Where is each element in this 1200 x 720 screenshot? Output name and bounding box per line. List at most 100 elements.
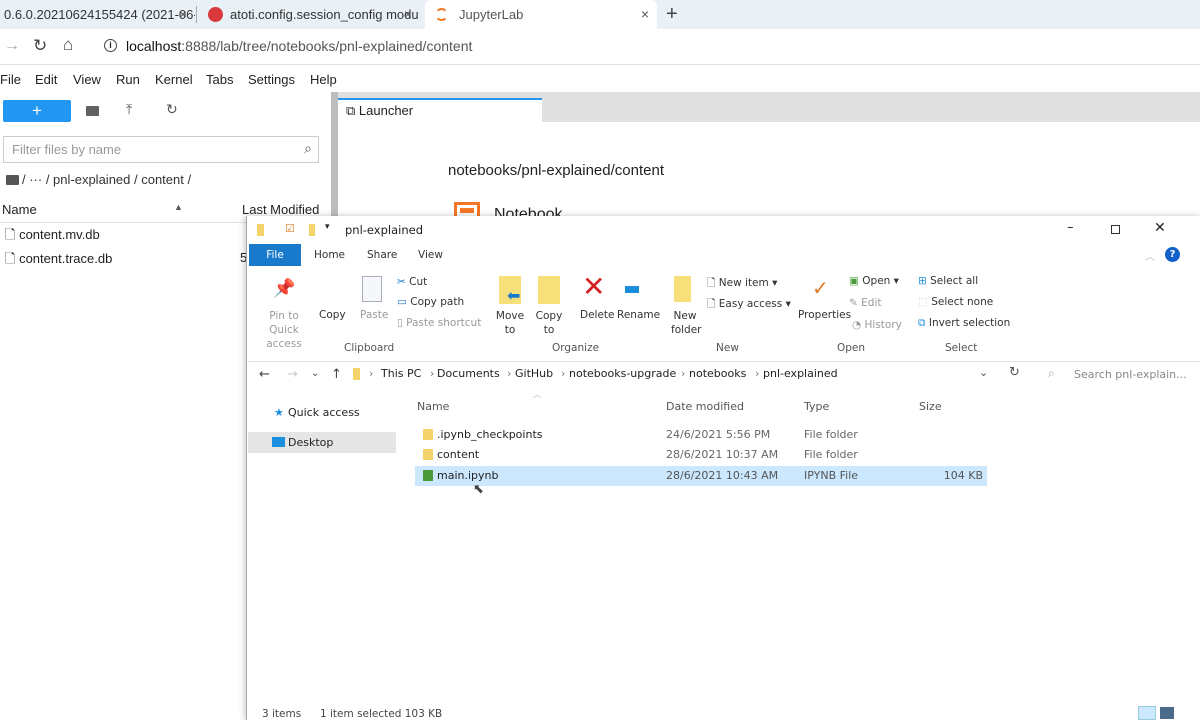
help-icon[interactable]: ? (1165, 247, 1180, 262)
ribbon-tab-file[interactable]: File (249, 244, 301, 266)
home-icon[interactable]: ⌂ (63, 35, 73, 55)
file-row[interactable]: .ipynb_checkpoints 24/6/2021 5:56 PM File … (415, 425, 987, 445)
select-all-button[interactable]: Select all (930, 275, 978, 287)
rename-button[interactable]: Rename (617, 309, 660, 321)
column-name[interactable]: Name (2, 202, 37, 217)
path-segment[interactable]: GitHub (515, 362, 553, 386)
launcher-notebook-label[interactable]: Notebook (494, 206, 563, 216)
nav-desktop[interactable]: Desktop (248, 432, 396, 453)
url-field[interactable]: localhost:8888/lab/tree/notebooks/pnl-ex… (126, 38, 472, 54)
group-label-open: Open (837, 342, 866, 354)
column-size[interactable]: Size (919, 400, 942, 413)
info-icon[interactable]: i (104, 39, 117, 52)
ribbon-tab-share[interactable]: Share (367, 249, 397, 261)
move-to-button[interactable]: Move to (495, 309, 525, 337)
ribbon-tab-home[interactable]: Home (314, 249, 345, 261)
back-button[interactable]: ← (259, 367, 270, 382)
filter-input[interactable]: Filter files by name ⌕ (3, 136, 319, 163)
close-button[interactable]: ✕ (1154, 220, 1166, 236)
new-tab-button[interactable]: + (666, 3, 678, 26)
browser-tab[interactable]: 0.6.0.20210624155424 (2021-06-... × (0, 0, 195, 29)
properties-quick-icon[interactable]: ☑ (285, 222, 295, 235)
browser-tab-active[interactable]: JupyterLab × (425, 0, 657, 29)
search-icon: ⌕ (304, 140, 312, 156)
invert-selection-button[interactable]: Invert selection (929, 317, 1010, 329)
row-size: 104 KB (943, 469, 983, 482)
paste-shortcut-button[interactable]: Paste shortcut (406, 317, 481, 329)
recent-dropdown-icon[interactable]: ⌄ (311, 368, 319, 379)
details-view-button[interactable] (1138, 706, 1156, 720)
new-item-button[interactable]: New item (719, 277, 769, 289)
notebook-icon[interactable] (454, 202, 480, 216)
breadcrumb[interactable]: / ··· / pnl-explained / content / (22, 172, 191, 187)
path-segment[interactable]: This PC (381, 362, 421, 386)
new-launcher-button[interactable]: + (3, 100, 71, 122)
launcher-path: notebooks/pnl-explained/content (448, 162, 664, 179)
open-icon: ▣ (849, 275, 863, 287)
menu-kernel[interactable]: Kernel (155, 72, 193, 87)
history-button[interactable]: History (865, 319, 902, 331)
copy-button[interactable]: Copy (319, 309, 346, 321)
menu-run[interactable]: Run (116, 72, 140, 87)
close-icon[interactable]: × (641, 0, 649, 29)
easy-access-button[interactable]: Easy access (719, 298, 782, 310)
column-type[interactable]: Type (804, 400, 829, 413)
properties-button[interactable]: Properties (798, 309, 851, 321)
menu-settings[interactable]: Settings (248, 72, 295, 87)
ribbon-tab-view[interactable]: View (418, 249, 443, 261)
address-bar: → ↻ ⌂ i localhost:8888/lab/tree/notebook… (0, 29, 1200, 65)
new-folder-button[interactable]: New folder (671, 309, 701, 337)
paste-button[interactable]: Paste (360, 309, 388, 321)
tab-launcher[interactable]: ⧉ Launcher (338, 98, 542, 122)
nav-quick-access[interactable]: Quick access (288, 406, 360, 419)
folder-icon[interactable] (6, 175, 19, 185)
reload-icon[interactable]: ↻ (33, 36, 47, 56)
path-segment[interactable]: Documents (437, 362, 500, 386)
copy-path-button[interactable]: Copy path (410, 296, 464, 308)
upload-icon[interactable]: ⤒ (126, 101, 132, 118)
close-icon[interactable]: × (404, 0, 412, 29)
open-button[interactable]: Open (862, 275, 890, 287)
file-row[interactable]: content 28/6/2021 10:37 AM File folder (415, 445, 987, 465)
refresh-icon[interactable]: ↻ (1009, 365, 1020, 380)
search-input[interactable]: ⌕ Search pnl-explain... (1042, 362, 1200, 386)
path-segment[interactable]: notebooks (689, 362, 746, 386)
browser-tab[interactable]: atoti.config.session_config modu × (202, 0, 420, 29)
select-none-button[interactable]: Select none (931, 296, 993, 308)
new-folder-quick-icon[interactable] (309, 224, 315, 236)
menu-file[interactable]: File (0, 72, 21, 87)
forward-button[interactable]: → (287, 367, 298, 382)
copy-to-button[interactable]: Copy to (534, 309, 564, 337)
up-button[interactable]: ↑ (331, 367, 342, 382)
file-row-selected[interactable]: main.ipynb 28/6/2021 10:43 AM IPYNB File 10… (415, 466, 987, 486)
edit-button[interactable]: Edit (861, 297, 881, 309)
address-breadcrumb[interactable]: › This PC › Documents › GitHub › noteboo… (349, 362, 1039, 386)
row-date: 28/6/2021 10:43 AM (666, 469, 779, 482)
new-folder-icon[interactable] (86, 106, 99, 116)
forward-icon[interactable]: → (4, 37, 20, 55)
path-segment[interactable]: pnl-explained (763, 362, 838, 386)
file-item[interactable]: 🗋 content.mv.db (5, 226, 100, 248)
menu-view[interactable]: View (73, 72, 101, 87)
customize-dropdown-icon[interactable]: ▾ (325, 222, 330, 232)
column-date[interactable]: Date modified (666, 400, 744, 413)
column-name[interactable]: Name (417, 400, 449, 413)
cut-button[interactable]: Cut (409, 276, 427, 288)
minimize-button[interactable]: – (1067, 220, 1074, 235)
menu-help[interactable]: Help (310, 72, 337, 87)
large-icons-view-button[interactable] (1160, 707, 1174, 719)
close-icon[interactable]: × (179, 0, 187, 29)
move-to-icon: ⬅ (499, 276, 521, 305)
delete-button[interactable]: Delete (580, 309, 615, 321)
address-dropdown-icon[interactable]: ⌄ (979, 366, 988, 379)
pin-quick-access-button[interactable]: Pin to Quick access (255, 309, 313, 351)
file-item[interactable]: 🗋 content.trace.db (5, 250, 112, 272)
path-segment[interactable]: notebooks-upgrade (569, 362, 676, 386)
refresh-icon[interactable]: ↻ (166, 101, 178, 118)
menu-tabs[interactable]: Tabs (206, 72, 233, 87)
menu-edit[interactable]: Edit (35, 72, 57, 87)
collapse-ribbon-icon[interactable]: ︿ (1145, 248, 1155, 263)
status-selection: 1 item selected 103 KB (320, 708, 443, 720)
maximize-button[interactable] (1111, 225, 1120, 234)
column-last-modified[interactable]: Last Modified (242, 202, 319, 217)
